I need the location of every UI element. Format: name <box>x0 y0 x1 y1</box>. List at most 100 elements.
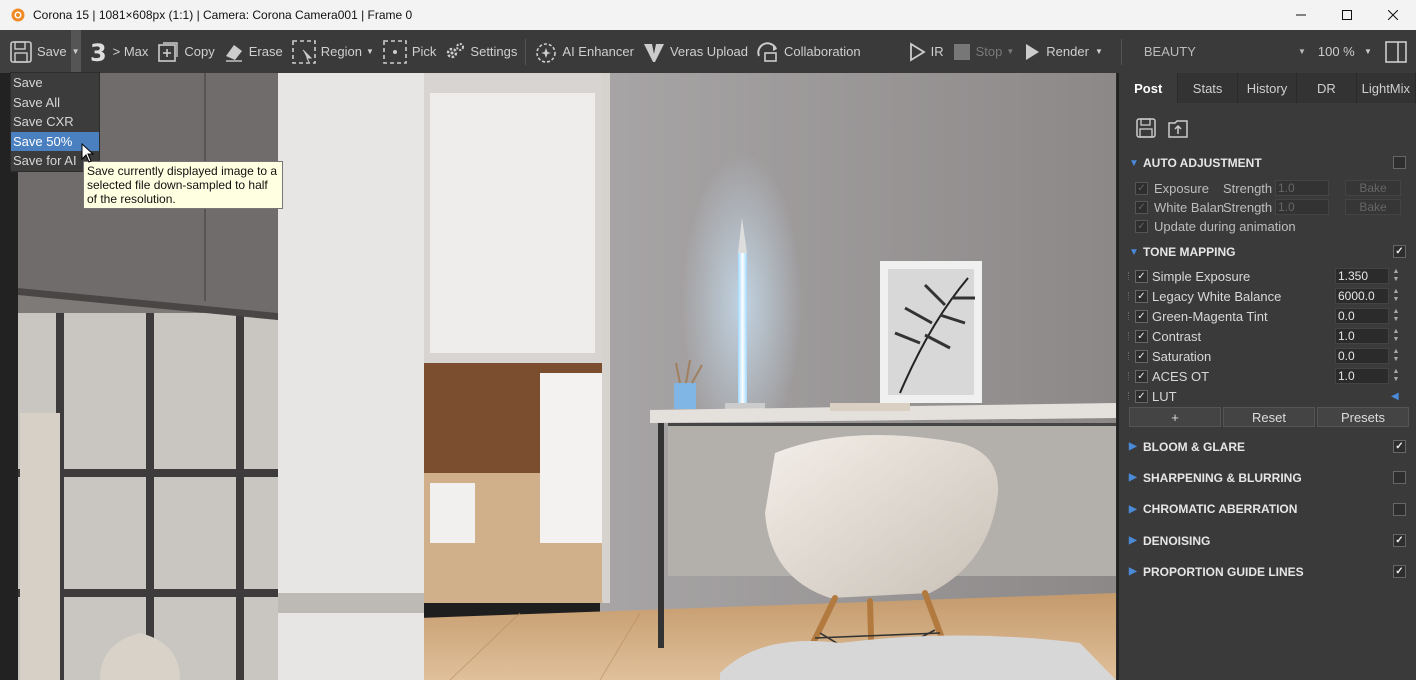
toggle-panel-button[interactable] <box>1376 30 1412 73</box>
drag-handle-icon[interactable] <box>1128 352 1131 360</box>
tab-history[interactable]: History <box>1238 73 1298 103</box>
tab-dr[interactable]: DR <box>1297 73 1357 103</box>
auto-exposure-checkbox[interactable]: ✓ <box>1135 182 1148 195</box>
reset-button[interactable]: Reset <box>1223 407 1315 427</box>
bloom-glare-checkbox[interactable]: ✓ <box>1393 440 1406 453</box>
simple-exposure-label: Simple Exposure <box>1152 268 1251 284</box>
contrast-checkbox[interactable]: ✓ <box>1135 329 1148 343</box>
drag-handle-icon[interactable] <box>1128 312 1131 320</box>
stop-caret-icon: ▼ <box>1006 47 1015 56</box>
stop-button[interactable]: Stop ▼ <box>948 30 1019 73</box>
max-label: > Max <box>112 44 149 59</box>
close-button[interactable] <box>1370 0 1416 30</box>
lut-checkbox[interactable]: ✓ <box>1135 389 1148 403</box>
update-during-animation-checkbox[interactable]: ✓ <box>1135 220 1148 233</box>
render-button[interactable]: Render ▼ <box>1018 30 1107 73</box>
spinner-arrows-icon[interactable]: ▲ ▼ <box>1391 288 1401 304</box>
section-chromatic-aberration[interactable]: ▶ CHROMATIC ABERRATION <box>1119 494 1416 525</box>
section-tone-mapping[interactable]: ▼ TONE MAPPING ✓ <box>1119 242 1416 262</box>
menu-item-save-all[interactable]: Save All <box>11 93 99 113</box>
legacy-white-balance-input[interactable]: 6000.0 <box>1335 288 1389 304</box>
drag-handle-icon[interactable] <box>1128 292 1131 300</box>
zoom-select[interactable]: 100 % ▼ <box>1314 44 1376 59</box>
menu-item-save[interactable]: Save <box>11 73 99 93</box>
spinner-arrows-icon[interactable]: ▲ ▼ <box>1391 328 1401 344</box>
sharpening-blurring-checkbox[interactable] <box>1393 471 1406 485</box>
window-title: Corona 15 | 1081×608px (1:1) | Camera: C… <box>33 8 413 22</box>
green-magenta-tint-checkbox[interactable]: ✓ <box>1135 309 1148 323</box>
auto-adjustment-checkbox[interactable] <box>1393 156 1406 169</box>
drag-handle-icon[interactable] <box>1128 332 1131 340</box>
load-preset-icon[interactable] <box>1167 117 1189 139</box>
veras-upload-button[interactable]: Veras Upload <box>638 30 752 73</box>
region-caret-icon: ▼ <box>365 47 374 56</box>
veras-upload-label: Veras Upload <box>669 44 749 59</box>
tone-mapping-checkbox[interactable]: ✓ <box>1393 245 1406 258</box>
collaboration-button[interactable]: Collaboration <box>752 30 865 73</box>
ir-label: IR <box>930 44 944 59</box>
section-bloom-glare[interactable]: ▶ BLOOM & GLARE ✓ <box>1119 431 1416 462</box>
channel-select[interactable]: BEAUTY ▼ <box>1136 39 1314 65</box>
add-operator-button[interactable]: + <box>1129 407 1221 427</box>
minimize-button[interactable] <box>1278 0 1324 30</box>
section-title: SHARPENING & BLURRING <box>1143 470 1302 485</box>
ai-enhancer-button[interactable]: AI Enhancer <box>530 30 638 73</box>
copy-button[interactable]: Copy <box>152 30 218 73</box>
drag-handle-icon[interactable] <box>1128 392 1131 400</box>
contrast-input[interactable]: 1.0 <box>1335 328 1389 344</box>
tab-post[interactable]: Post <box>1119 73 1179 103</box>
saturation-checkbox[interactable]: ✓ <box>1135 349 1148 363</box>
simple-exposure-checkbox[interactable]: ✓ <box>1135 269 1148 283</box>
tab-stats[interactable]: Stats <box>1178 73 1238 103</box>
save-button[interactable]: Save <box>0 30 71 73</box>
white-balance-strength-input[interactable]: 1.0 <box>1275 199 1329 215</box>
section-title: AUTO ADJUSTMENT <box>1143 156 1262 170</box>
spinner-arrows-icon[interactable]: ▲ ▼ <box>1391 368 1401 384</box>
maximize-button[interactable] <box>1324 0 1370 30</box>
max-button[interactable]: 3 > Max <box>85 30 153 73</box>
tone-row-legacy-white-balance: ✓ Legacy White Balance 6000.0 ▲ ▼ <box>1119 286 1416 306</box>
ir-button[interactable]: IR <box>903 30 948 73</box>
save-dropdown-toggle[interactable]: ▼ <box>70 30 81 73</box>
aces-ot-label: ACES OT <box>1152 368 1210 384</box>
save-preset-icon[interactable] <box>1135 117 1157 139</box>
saturation-input[interactable]: 0.0 <box>1335 348 1389 364</box>
region-label: Region <box>320 44 362 59</box>
tab-lightmix[interactable]: LightMix <box>1357 73 1416 103</box>
erase-button[interactable]: Erase <box>219 30 287 73</box>
spinner-arrows-icon[interactable]: ▲ ▼ <box>1391 268 1401 284</box>
section-denoising[interactable]: ▶ DENOISING ✓ <box>1119 525 1416 556</box>
pick-button[interactable]: Pick <box>378 30 441 73</box>
menu-item-save-cxr[interactable]: Save CXR <box>11 112 99 132</box>
auto-white-balance-label: White Balan <box>1154 200 1225 215</box>
presets-button[interactable]: Presets <box>1317 407 1409 427</box>
region-select-icon <box>291 39 316 64</box>
white-balance-bake-button[interactable]: Bake <box>1345 199 1401 215</box>
aces-ot-input[interactable]: 1.0 <box>1335 368 1389 384</box>
drag-handle-icon[interactable] <box>1128 372 1131 380</box>
auto-white-balance-checkbox[interactable]: ✓ <box>1135 201 1148 214</box>
exposure-strength-input[interactable]: 1.0 <box>1275 180 1329 196</box>
auto-exposure-row: ✓ Exposure Strength 1.0 Bake <box>1119 179 1416 198</box>
expand-left-arrow-icon[interactable]: ◀ <box>1391 391 1399 402</box>
section-title: BLOOM & GLARE <box>1143 439 1245 454</box>
section-sharpening-blurring[interactable]: ▶ SHARPENING & BLURRING <box>1119 462 1416 493</box>
exposure-bake-button[interactable]: Bake <box>1345 180 1401 196</box>
tone-mapping-buttons: + Reset Presets <box>1119 407 1416 427</box>
section-auto-adjustment[interactable]: ▼ AUTO ADJUSTMENT <box>1119 153 1416 173</box>
region-button[interactable]: Region ▼ <box>287 30 378 73</box>
section-title: TONE MAPPING <box>1143 245 1236 259</box>
simple-exposure-input[interactable]: 1.350 <box>1335 268 1389 284</box>
legacy-white-balance-checkbox[interactable]: ✓ <box>1135 289 1148 303</box>
spinner-arrows-icon[interactable]: ▲ ▼ <box>1391 308 1401 324</box>
aces-ot-checkbox[interactable]: ✓ <box>1135 369 1148 383</box>
green-magenta-tint-input[interactable]: 0.0 <box>1335 308 1389 324</box>
proportion-guide-lines-checkbox[interactable]: ✓ <box>1393 565 1406 579</box>
settings-button[interactable]: Settings <box>440 30 521 73</box>
spinner-arrows-icon[interactable]: ▲ ▼ <box>1391 348 1401 364</box>
denoising-checkbox[interactable]: ✓ <box>1393 533 1406 547</box>
section-proportion-guide-lines[interactable]: ▶ PROPORTION GUIDE LINES ✓ <box>1119 556 1416 587</box>
tone-row-aces-ot: ✓ ACES OT 1.0 ▲ ▼ <box>1119 366 1416 386</box>
chromatic-aberration-checkbox[interactable] <box>1393 502 1406 516</box>
drag-handle-icon[interactable] <box>1128 272 1131 280</box>
